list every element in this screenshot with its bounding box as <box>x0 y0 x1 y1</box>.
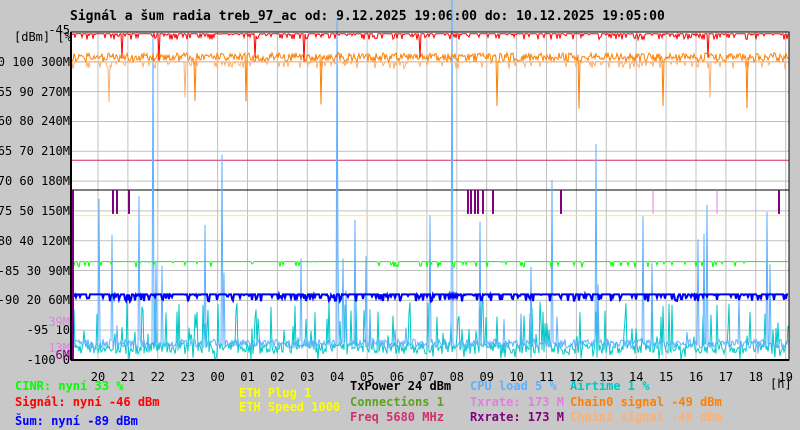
y-tick-label: -60 80 240M <box>0 114 70 129</box>
x-tick-label: 16 <box>689 370 703 384</box>
x-tick-label: 15 <box>659 370 673 384</box>
x-tick-label: 04 <box>330 370 344 384</box>
x-tick-label: 00 <box>210 370 224 384</box>
y-tick-label: -90 20 60M <box>0 293 70 308</box>
legend-signal: Signál: nyní -46 dBm <box>15 395 160 409</box>
x-tick-label: 18 <box>749 370 763 384</box>
y-tick-label: -85 30 90M <box>0 263 70 278</box>
legend-airtime: Airtime 1 % <box>570 379 650 393</box>
y-tick-label: -70 60 180M <box>0 174 70 189</box>
x-unit-label: [h] <box>770 377 792 391</box>
legend-eth-plug: ETH Plug 1 <box>239 386 312 400</box>
x-tick-label: 02 <box>270 370 284 384</box>
legend-eth-speed: ETH Speed 1000 <box>239 400 341 414</box>
x-tick-label: 17 <box>719 370 733 384</box>
chart-window: Signál a šum radia treb_97_ac od: 9.12.2… <box>0 0 800 430</box>
legend-chain1: Chain1 signal -49 dBm <box>570 410 722 424</box>
legend-noise: Šum: nyní -89 dBm <box>15 414 138 428</box>
x-tick-label: 08 <box>450 370 464 384</box>
legend-cpu: CPU load 5 % <box>470 379 557 393</box>
rate-label: 6M <box>55 348 70 362</box>
y-tick-label: -50 100 300M <box>0 54 70 69</box>
legend-cinr: CINR: nyní 33 % <box>15 379 124 393</box>
y-tick-label: -45 <box>48 23 70 37</box>
rate-label: 39M <box>48 315 70 329</box>
x-tick-label: 23 <box>180 370 194 384</box>
chart-plot: 20 21 22 23 00 01 02 03 04 05 06 07 08 09 10 11 12 13 14 15… <box>70 0 793 384</box>
legend-freq: Freq 5680 MHz <box>350 410 444 424</box>
legend-txrate: Txrate: 173 M <box>470 395 564 409</box>
legend-connections: Connections 1 <box>350 395 444 409</box>
legend-chain0: Chain0 signal -49 dBm <box>570 395 722 409</box>
x-tick-label: 22 <box>151 370 165 384</box>
y-tick-label: -80 40 120M <box>0 233 70 248</box>
x-tick-label: 03 <box>300 370 314 384</box>
y-tick-label: -65 70 210M <box>0 144 70 159</box>
y-tick-label: -75 50 150M <box>0 203 70 218</box>
legend-txpower: TxPower 24 dBm <box>350 379 452 393</box>
x-tick-label: 01 <box>240 370 254 384</box>
legend-rxrate: Rxrate: 173 M <box>470 410 564 424</box>
y-tick-label: -55 90 270M <box>0 84 70 99</box>
